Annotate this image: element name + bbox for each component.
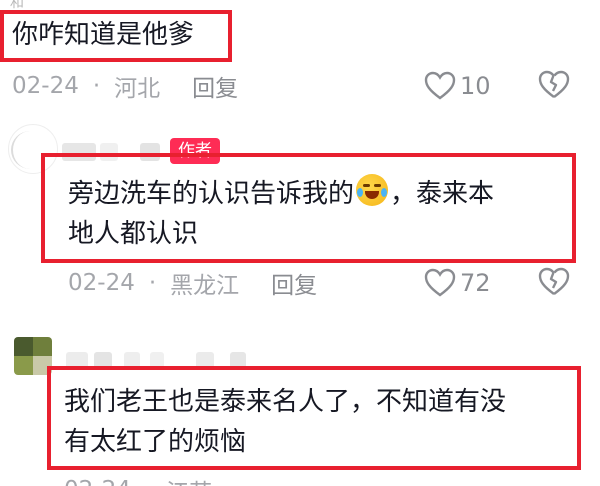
comment-2-text-line-1: 旁边洗车的认识告诉我的 ，泰来本	[68, 174, 494, 214]
comment-1-date: 02-24	[12, 73, 79, 99]
comment-3-date: 02-24	[64, 477, 131, 486]
comment-2-location: 黑龙江	[170, 273, 240, 299]
comment-3-meta: 02-24 · 江苏	[64, 472, 212, 486]
comment-1-meta: 02-24 · 河北 回复	[12, 68, 238, 104]
comment-2-text: 旁边洗车的认识告诉我的	[68, 179, 355, 209]
comment-1-like-button[interactable]: 10	[424, 68, 491, 104]
comment-3-location: 江苏	[166, 473, 212, 486]
comment-2-meta: 02-24 · 黑龙江 回复	[68, 265, 317, 301]
comment-1-dislike-button[interactable]	[538, 70, 570, 104]
comment-2-text-cont: ，泰来本	[390, 179, 495, 209]
comment-2-like-button[interactable]: 72	[424, 265, 491, 301]
comment-3-text-line-1: 我们老王也是泰来名人了，不知道有没	[64, 387, 507, 417]
comment-2-dislike-button[interactable]	[538, 267, 570, 301]
comment-2-like-count: 72	[460, 269, 491, 297]
meta-separator: ·	[148, 270, 157, 296]
comment-2-date: 02-24	[68, 270, 135, 296]
laughing-crying-emoji-icon	[356, 174, 389, 206]
meta-separator: ·	[145, 477, 152, 486]
comment-1-reply-button[interactable]: 回复	[192, 69, 238, 103]
comment-3-text-line-2: 有太红了的烦恼	[64, 427, 247, 457]
comment-1-like-count: 10	[460, 72, 491, 100]
comment-2-reply-button[interactable]: 回复	[271, 266, 317, 300]
comment-1-location: 河北	[114, 76, 161, 102]
heart-icon	[424, 71, 456, 100]
heart-icon	[424, 268, 456, 297]
comment-2-text-line-2: 地人都认识	[68, 219, 199, 249]
broken-heart-icon	[538, 70, 570, 98]
comment-1-text: 你咋知道是他爹	[12, 20, 195, 50]
meta-separator: ·	[92, 73, 101, 99]
broken-heart-icon	[538, 267, 570, 295]
